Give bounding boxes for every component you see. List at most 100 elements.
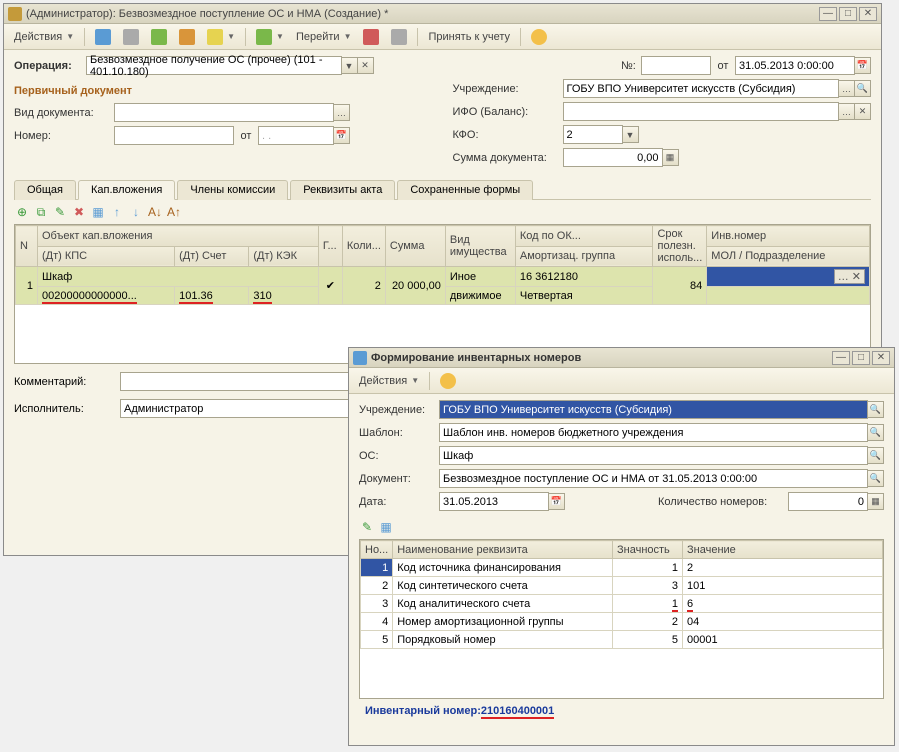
help-button-2[interactable] (436, 371, 460, 391)
table-row[interactable]: 5Порядковый номер500001 (361, 631, 883, 649)
doc-type-select-button[interactable]: … (333, 104, 350, 121)
accept-button[interactable]: Принять к учету (424, 27, 514, 47)
org-lookup-2[interactable]: 🔍 (867, 401, 884, 418)
template-input[interactable]: Шаблон инв. номеров бюджетного учреждени… (439, 423, 868, 442)
tb-icon-6[interactable]: ▼ (252, 27, 288, 47)
doc-input-2[interactable]: Безвозмездное поступление ОС и НМА от 31… (439, 469, 868, 488)
goto-menu[interactable]: Перейти▼ (292, 27, 356, 47)
col-object[interactable]: Объект кап.вложения (38, 226, 319, 247)
ifo-input[interactable] (563, 102, 840, 121)
tab-investments[interactable]: Кап.вложения (78, 180, 175, 200)
table-row[interactable]: 1 Шкаф ✔ 2 20 000,00 Иное 16 3612180 84 … (16, 267, 870, 287)
tab-commission[interactable]: Члены комиссии (177, 180, 288, 200)
actions-menu-2[interactable]: Действия▼ (355, 371, 423, 391)
tb-icon-2[interactable] (119, 27, 143, 47)
delete-row-icon[interactable]: ✖ (71, 204, 87, 220)
table-row[interactable]: 2Код синтетического счета3101 (361, 577, 883, 595)
ot-label: от (711, 60, 735, 72)
operation-dropdown-button[interactable]: ▼ (341, 57, 358, 74)
col-g[interactable]: Г... (318, 226, 342, 267)
close-button[interactable]: ✕ (859, 7, 877, 21)
template-lookup[interactable]: 🔍 (867, 424, 884, 441)
operation-clear-button[interactable]: ✕ (357, 57, 374, 74)
doc-number-input[interactable] (641, 56, 711, 75)
maximize-button[interactable]: □ (839, 7, 857, 21)
tb-icon-5[interactable]: ▼ (203, 27, 239, 47)
doc-type-input[interactable] (114, 103, 334, 122)
col2-val[interactable]: Значение (683, 541, 883, 559)
tb-icon-7[interactable] (359, 27, 383, 47)
os-input[interactable]: Шкаф (439, 446, 868, 465)
col-inv[interactable]: Инв.номер (707, 226, 870, 247)
table-row[interactable]: 1Код источника финансирования12 (361, 559, 883, 577)
ifo-select-button[interactable]: … (838, 103, 855, 120)
maximize-button[interactable]: □ (852, 351, 870, 365)
date-input-2[interactable]: 31.05.2013 (439, 492, 549, 511)
edit-row-icon[interactable]: ✎ (52, 204, 68, 220)
ifo-clear-button[interactable]: ✕ (854, 103, 871, 120)
col2-n[interactable]: Но... (361, 541, 393, 559)
table-row[interactable]: 3Код аналитического счета16 (361, 595, 883, 613)
grid-icon-2[interactable]: ▦ (378, 519, 394, 535)
table-row[interactable]: 4Номер амортизационной группы204 (361, 613, 883, 631)
tab-saved-forms[interactable]: Сохраненные формы (397, 180, 533, 200)
date-picker-button[interactable]: 📅 (854, 57, 871, 74)
tab-requisites[interactable]: Реквизиты акта (290, 180, 395, 200)
tab-general[interactable]: Общая (14, 180, 76, 200)
actions-menu[interactable]: Действия▼ (10, 27, 78, 47)
doc-date-input[interactable]: 31.05.2013 0:00:00 (735, 56, 855, 75)
col-qty[interactable]: Коли... (342, 226, 385, 267)
inv-cell-selected[interactable]: … ✕ (707, 267, 870, 287)
col2-zn[interactable]: Значность (613, 541, 683, 559)
add-row-icon[interactable]: ⊕ (14, 204, 30, 220)
requisites-grid[interactable]: Но... Наименование реквизита Значность З… (359, 539, 884, 699)
col-okof[interactable]: Код по ОК... (515, 226, 653, 247)
sum-calc-button[interactable]: ▦ (662, 149, 679, 166)
col-lifetime[interactable]: Срок полезн. исполь... (653, 226, 707, 267)
col-kps[interactable]: (Дт) КПС (38, 246, 175, 267)
col-type[interactable]: Вид имущества (445, 226, 515, 267)
col-n[interactable]: N (16, 226, 38, 267)
titlebar[interactable]: (Администратор): Безвозмездное поступлен… (4, 4, 881, 24)
col-amort[interactable]: Амортизац. группа (515, 246, 653, 267)
help-button[interactable] (527, 27, 551, 47)
primary-date-input[interactable]: . . (258, 126, 334, 145)
org-input-2[interactable]: ГОБУ ВПО Университет искусств (Субсидия) (439, 400, 868, 419)
minimize-button[interactable]: — (832, 351, 850, 365)
move-down-icon[interactable]: ↓ (128, 204, 144, 220)
tb-icon-4[interactable] (175, 27, 199, 47)
org-input[interactable]: ГОБУ ВПО Университет искусств (Субсидия) (563, 79, 840, 98)
sort-asc-icon[interactable]: A↓ (147, 204, 163, 220)
qty-input[interactable]: 0 (788, 492, 868, 511)
qty-calc[interactable]: ▦ (867, 493, 884, 510)
copy-row-icon[interactable]: ⧉ (33, 204, 49, 220)
col-schet[interactable]: (Дт) Счет (175, 246, 249, 267)
col-sum[interactable]: Сумма (385, 226, 445, 267)
sort-desc-icon[interactable]: A↑ (166, 204, 182, 220)
col-kek[interactable]: (Дт) КЭК (249, 246, 318, 267)
col2-name[interactable]: Наименование реквизита (393, 541, 613, 559)
minimize-button[interactable]: — (819, 7, 837, 21)
titlebar-2[interactable]: Формирование инвентарных номеров — □ ✕ (349, 348, 894, 368)
org-select-button[interactable]: … (838, 80, 855, 97)
tb-icon-8[interactable] (387, 27, 411, 47)
doc-lookup-2[interactable]: 🔍 (867, 470, 884, 487)
primary-number-input[interactable] (114, 126, 234, 145)
os-lookup[interactable]: 🔍 (867, 447, 884, 464)
operation-select[interactable]: Безвозмездное получение ОС (прочее) (101… (86, 56, 342, 75)
tb-icon-1[interactable] (91, 27, 115, 47)
move-up-icon[interactable]: ↑ (109, 204, 125, 220)
sum-input[interactable]: 0,00 (563, 148, 663, 167)
grid-settings-icon[interactable]: ▦ (90, 204, 106, 220)
investments-grid[interactable]: N Объект кап.вложения Г... Коли... Сумма… (14, 224, 871, 364)
kfo-input[interactable]: 2 (563, 125, 623, 144)
kfo-dropdown-button[interactable]: ▼ (622, 126, 639, 143)
org-lookup-button[interactable]: 🔍 (854, 80, 871, 97)
edit-icon-2[interactable]: ✎ (359, 519, 375, 535)
close-button[interactable]: ✕ (872, 351, 890, 365)
toolbar-2: Действия▼ (349, 368, 894, 394)
col-mol[interactable]: МОЛ / Подразделение (707, 246, 870, 267)
date-picker-2[interactable]: 📅 (548, 493, 565, 510)
tb-icon-3[interactable] (147, 27, 171, 47)
primary-date-button[interactable]: 📅 (333, 127, 350, 144)
